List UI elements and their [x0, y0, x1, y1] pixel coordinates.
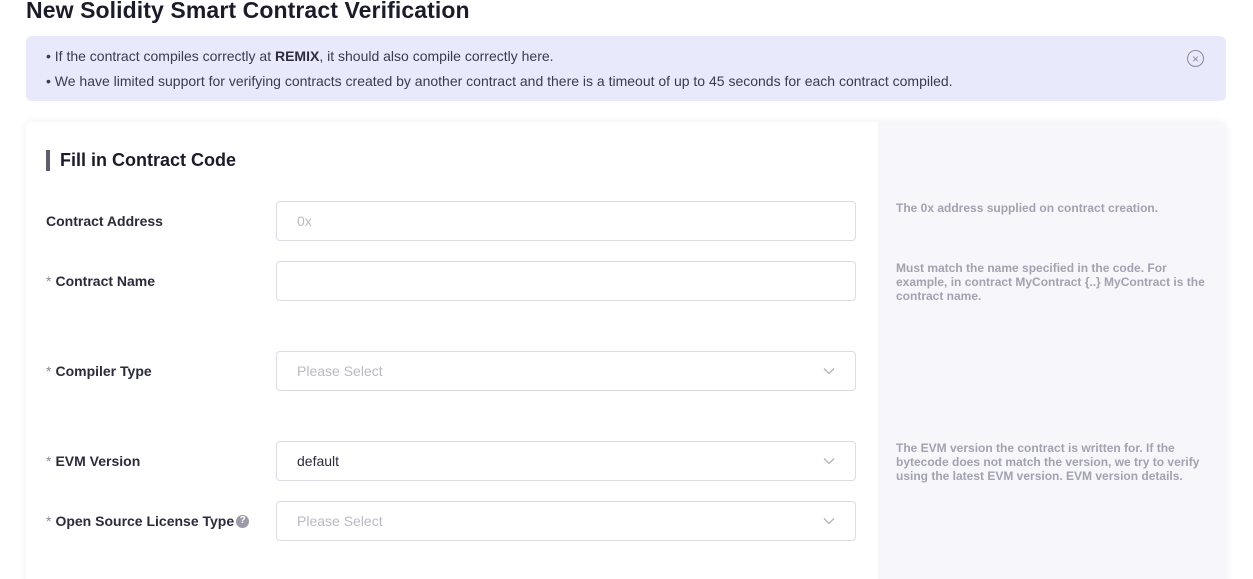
evm-version-hint: The EVM version the contract is written … — [896, 441, 1200, 483]
required-mark: * — [46, 453, 52, 469]
question-circle-icon[interactable]: ? — [236, 514, 250, 528]
evm-version-label-text: EVM Version — [55, 453, 141, 469]
contract-name-input[interactable] — [297, 262, 835, 300]
contract-address-input[interactable] — [297, 202, 835, 240]
notice-line-1-suffix: , it should also compile correctly here. — [319, 48, 554, 64]
section-title: Fill in Contract Code — [46, 150, 236, 171]
license-type-label-text: Open Source License Type — [55, 513, 235, 529]
compiler-type-label: * Compiler Type — [46, 362, 152, 380]
license-type-label: * Open Source License Type ? — [46, 512, 250, 530]
contract-name-field[interactable] — [276, 261, 856, 301]
evm-version-value: default — [297, 453, 340, 469]
contract-name-hint: Must match the name specified in the cod… — [896, 261, 1205, 303]
contract-address-label: Contract Address — [46, 212, 163, 230]
contract-address-field[interactable] — [276, 201, 856, 241]
compiler-type-label-text: Compiler Type — [55, 363, 152, 379]
notice-line-2: • We have limited support for verifying … — [46, 73, 953, 89]
close-icon[interactable]: × — [1187, 50, 1204, 67]
remix-link[interactable]: REMIX — [275, 48, 319, 64]
contract-address-hint: The 0x address supplied on contract crea… — [896, 201, 1159, 215]
compiler-type-select[interactable]: Please Select — [276, 351, 856, 391]
license-type-value: Please Select — [297, 513, 383, 529]
notice-line-1: • If the contract compiles correctly at … — [46, 47, 1206, 72]
required-mark: * — [46, 273, 52, 289]
compiler-type-value: Please Select — [297, 363, 383, 379]
evm-version-select[interactable]: default — [276, 441, 856, 481]
page-title: New Solidity Smart Contract Verification — [26, 0, 470, 23]
license-type-select[interactable]: Please Select — [276, 501, 856, 541]
chevron-down-icon — [823, 458, 835, 465]
chevron-down-icon — [823, 368, 835, 375]
notice-line-1-prefix: • If the contract compiles correctly at — [46, 48, 275, 64]
required-mark: * — [46, 363, 52, 379]
required-mark: * — [46, 513, 52, 529]
contract-name-label: * Contract Name — [46, 272, 155, 290]
chevron-down-icon — [823, 518, 835, 525]
evm-version-label: * EVM Version — [46, 452, 140, 470]
info-notice: • If the contract compiles correctly at … — [26, 36, 1226, 101]
contract-address-label-text: Contract Address — [46, 213, 163, 229]
hint-panel — [878, 122, 1226, 579]
contract-name-label-text: Contract Name — [55, 273, 156, 289]
